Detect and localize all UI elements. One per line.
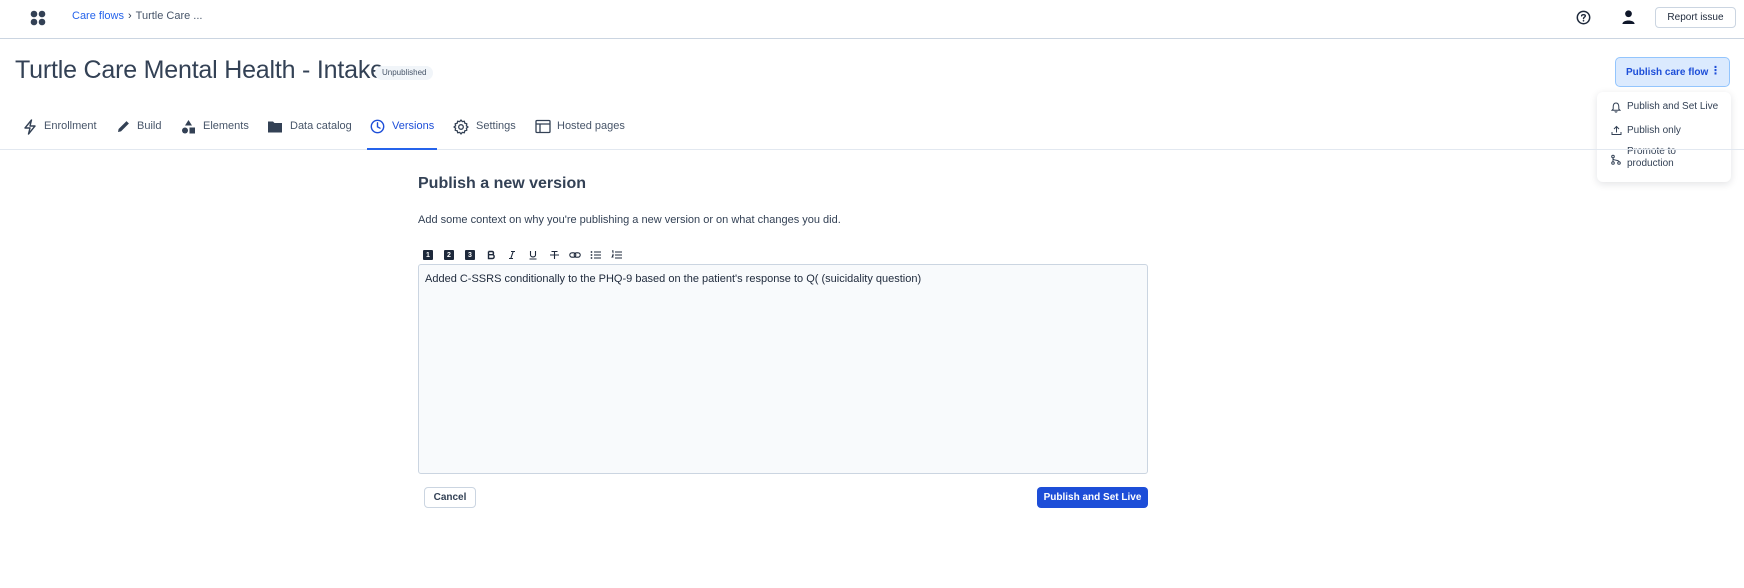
browser-window-icon [535, 119, 551, 134]
heading-3-button[interactable]: 3 [464, 249, 476, 261]
tab-hosted-pages[interactable]: Hosted pages [535, 113, 628, 150]
tab-label: Settings [476, 120, 516, 132]
heading-3-icon: 3 [465, 250, 475, 260]
cancel-button[interactable]: Cancel [424, 487, 476, 508]
breadcrumb-current: Turtle Care ... [135, 10, 203, 22]
tab-label: Elements [203, 120, 249, 132]
tab-settings[interactable]: Settings [453, 113, 517, 150]
tab-label: Hosted pages [557, 120, 625, 132]
more-options-icon[interactable]: ⋮ [1710, 66, 1721, 77]
tab-label: Enrollment [44, 120, 97, 132]
numbered-list-icon [611, 250, 622, 259]
help-icon[interactable] [1576, 10, 1591, 25]
underline-icon [529, 251, 537, 260]
breadcrumb-separator: › [127, 10, 132, 22]
italic-button[interactable] [506, 249, 518, 261]
app-grid-icon[interactable] [30, 10, 46, 26]
menu-item-label: Publish and Set Live [1627, 101, 1719, 112]
strikethrough-icon [549, 250, 559, 259]
clock-icon [370, 119, 385, 134]
bold-icon [487, 250, 495, 260]
publish-care-flow-label: Publish care flow [1626, 66, 1709, 78]
user-icon[interactable] [1621, 9, 1636, 25]
bullet-list-icon [590, 251, 601, 259]
tab-label: Data catalog [290, 120, 352, 132]
heading-1-icon: 1 [423, 250, 433, 260]
tab-label: Build [137, 120, 162, 132]
breadcrumb: Care flows › Turtle Care ... [72, 10, 202, 22]
top-bar: Care flows › Turtle Care ... Report issu… [0, 0, 1744, 39]
version-notes-editor[interactable]: Added C-SSRS conditionally to the PHQ-9 … [418, 264, 1148, 474]
tab-versions[interactable]: Versions [367, 113, 437, 150]
heading-2-button[interactable]: 2 [443, 249, 455, 261]
editor-text: Added C-SSRS conditionally to the PHQ-9 … [425, 273, 922, 285]
publish-care-flow-button[interactable]: Publish care flow ⋮ [1615, 57, 1730, 87]
status-badge: Unpublished [375, 66, 434, 80]
lightning-icon [24, 119, 36, 135]
tab-build[interactable]: Build [116, 113, 166, 150]
italic-icon [509, 250, 515, 260]
tab-data-catalog[interactable]: Data catalog [267, 113, 353, 150]
strikethrough-button[interactable] [548, 249, 560, 261]
underline-button[interactable] [527, 249, 539, 261]
bell-icon [1611, 102, 1621, 113]
publish-and-set-live-button[interactable]: Publish and Set Live [1037, 487, 1148, 508]
report-issue-button[interactable]: Report issue [1655, 7, 1736, 28]
pencil-icon [118, 121, 129, 132]
form-description: Add some context on why you're publishin… [418, 214, 841, 226]
form-title: Publish a new version [418, 175, 587, 192]
numbered-list-button[interactable] [611, 249, 623, 261]
menu-item-promote-to-production[interactable]: Promote to production [1597, 146, 1731, 174]
folder-icon [268, 121, 282, 133]
page-title: Turtle Care Mental Health - Intake [15, 56, 384, 84]
heading-2-icon: 2 [444, 250, 454, 260]
bullet-list-button[interactable] [590, 249, 602, 261]
tab-label: Versions [392, 120, 435, 132]
heading-1-button[interactable]: 1 [422, 249, 434, 261]
link-icon [569, 252, 581, 258]
gear-icon [453, 119, 469, 135]
tab-elements[interactable]: Elements [181, 113, 251, 150]
tab-bar: Enrollment Build Elements Data catalog V… [0, 113, 1744, 150]
bold-button[interactable] [485, 249, 497, 261]
shapes-icon [182, 120, 195, 134]
breadcrumb-care-flows-link[interactable]: Care flows [72, 10, 124, 22]
tab-enrollment[interactable]: Enrollment [23, 113, 98, 150]
link-button[interactable] [569, 249, 581, 261]
git-branch-icon [1611, 154, 1621, 165]
